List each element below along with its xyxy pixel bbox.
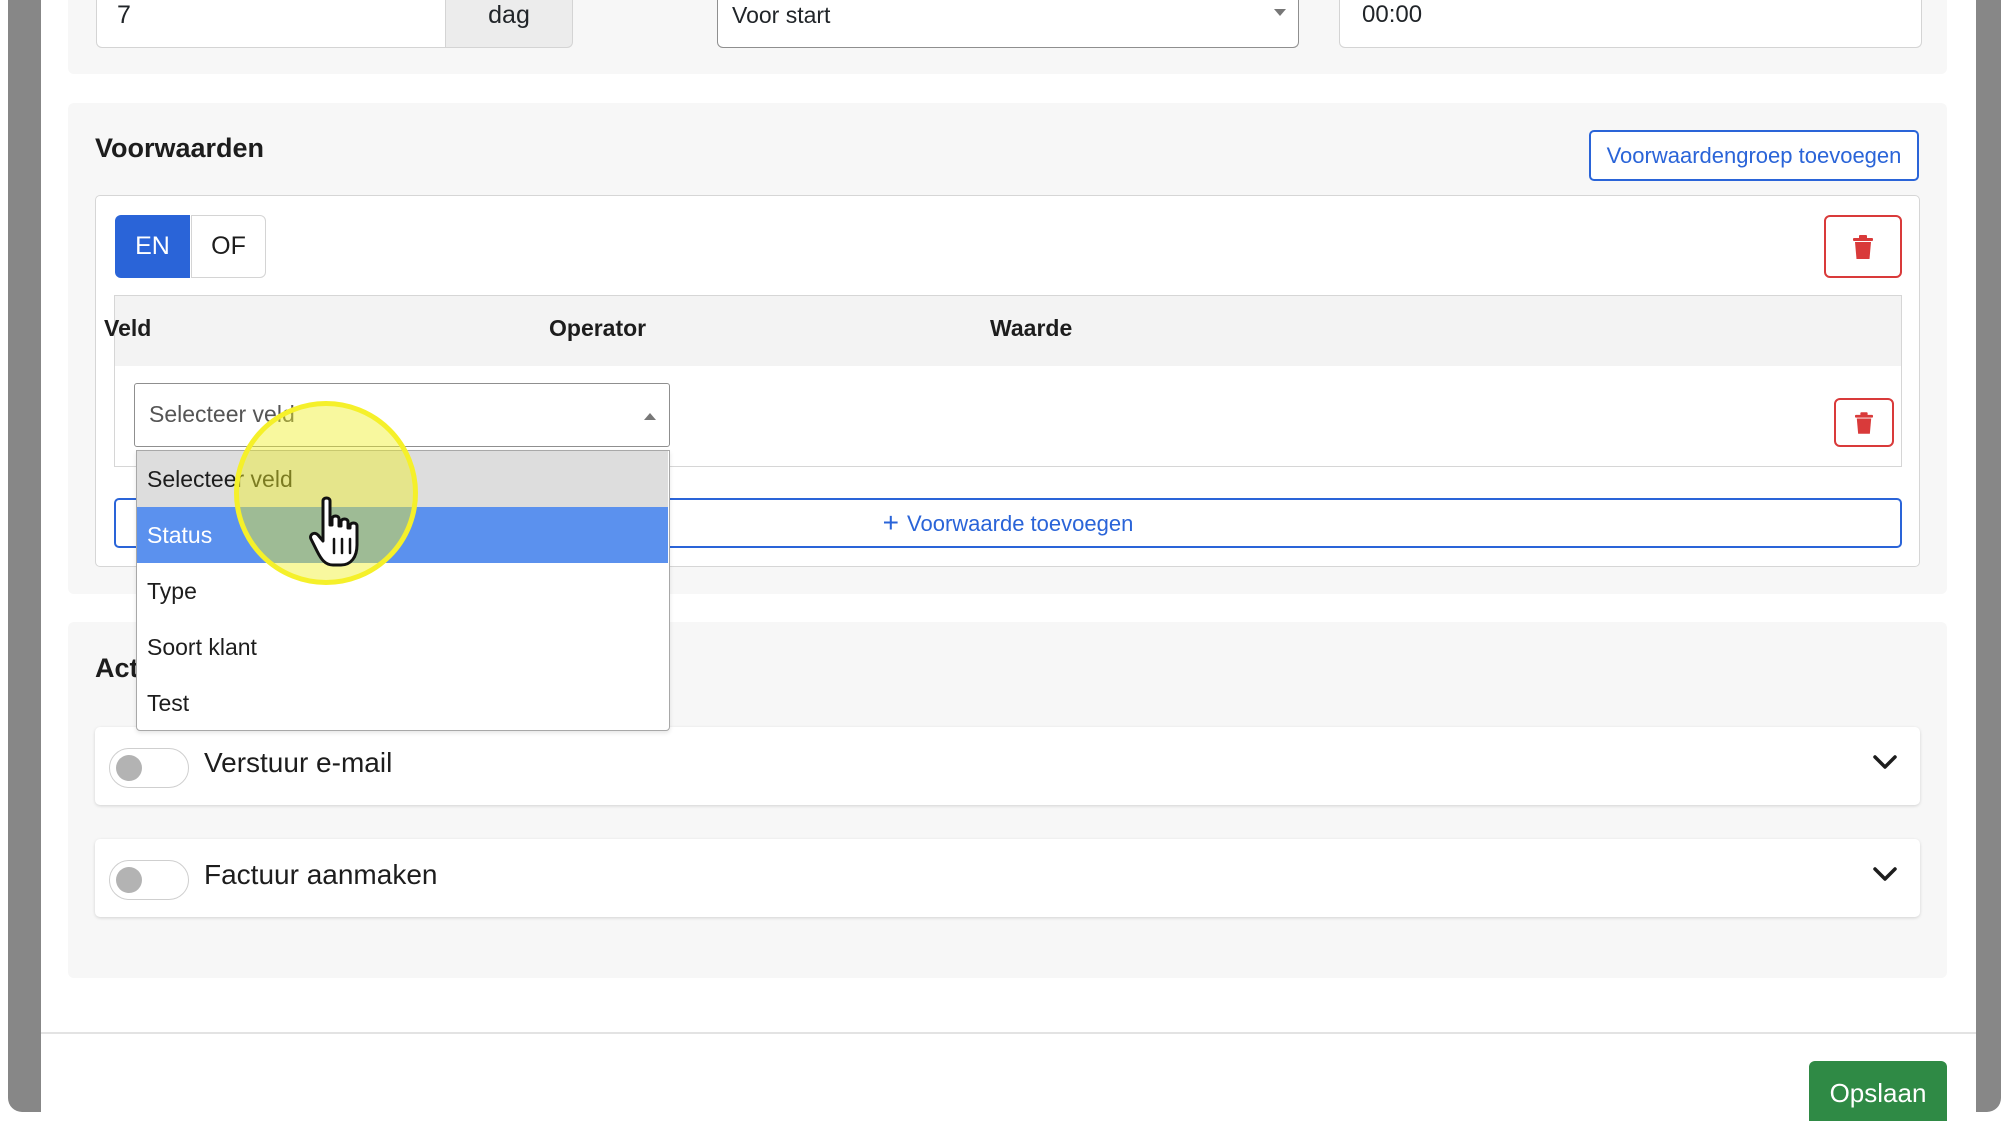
time-value: 00:00 [1362,1,1423,28]
send-email-toggle[interactable] [109,748,189,788]
action-label: Verstuur e-mail [204,747,393,778]
delete-group-button[interactable] [1824,215,1902,278]
trash-icon [1855,411,1873,434]
action-row-send-email[interactable]: Verstuur e-mail [95,727,1920,805]
hand-pointer-icon [309,496,359,567]
plus-icon: + [882,507,900,538]
add-condition-label: Voorwaarde toevoegen [907,511,1134,536]
column-header-value: Waarde [990,315,1073,341]
amount-value: 7 [117,1,131,29]
left-frame [8,0,41,1112]
page-content: 7 dag Voor start 00:00 Voorwaarden Voorw… [41,0,1976,1121]
action-row-create-invoice[interactable]: Factuur aanmaken [95,839,1920,917]
add-condition-group-button[interactable]: Voorwaardengroep toevoegen [1589,130,1919,181]
field-option-customer-type[interactable]: Soort klant [137,619,668,675]
chevron-down-icon[interactable] [1872,865,1898,883]
conditions-title: Voorwaarden [95,133,265,163]
time-input[interactable]: 00:00 [1339,0,1922,48]
action-label: Factuur aanmaken [204,859,438,890]
logic-or-toggle[interactable]: OF [191,215,266,278]
column-header-operator: Operator [549,315,647,341]
field-option-test[interactable]: Test [137,675,668,731]
column-header-field: Veld [104,315,152,341]
amount-unit-addon: dag [445,0,573,48]
amount-unit-label: dag [488,1,530,29]
toggle-knob [116,867,142,893]
actions-title: Act [95,653,139,683]
caret-up-icon [644,413,656,420]
trash-icon [1853,234,1873,259]
footer-divider [41,1032,1976,1034]
toggle-knob [116,755,142,781]
delete-condition-button[interactable] [1834,398,1894,447]
field-select[interactable]: Selecteer veld [134,383,670,447]
right-frame [1976,0,2001,1112]
field-option-type[interactable]: Type [137,563,668,619]
moment-select-value: Voor start [732,2,831,28]
amount-input[interactable]: 7 [96,0,446,48]
caret-down-icon [1274,9,1286,16]
moment-select[interactable]: Voor start [717,0,1299,48]
logic-and-toggle[interactable]: EN [115,215,190,278]
save-button[interactable]: Opslaan [1809,1061,1947,1121]
chevron-down-icon[interactable] [1872,753,1898,771]
create-invoice-toggle[interactable] [109,860,189,900]
